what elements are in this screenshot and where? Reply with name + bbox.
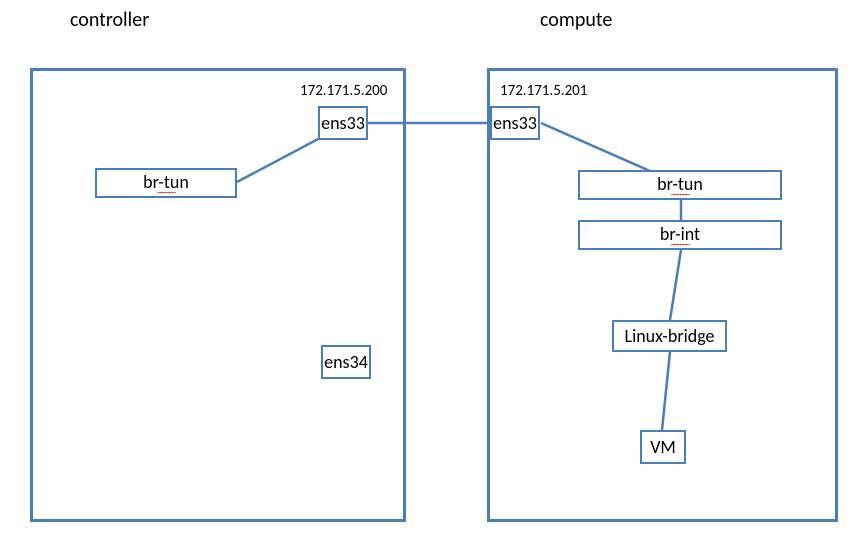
compute-title: compute <box>540 8 612 32</box>
controller-ens33-label: ens33 <box>321 112 365 134</box>
squiggle-icon: ~~~~~~ <box>671 243 689 247</box>
compute-linuxbridge-node: Linux-bridge <box>612 320 727 352</box>
squiggle-icon: ~~~~~~ <box>671 193 689 197</box>
compute-vm-node: VM <box>640 430 686 464</box>
controller-title: controller <box>70 8 149 32</box>
compute-vm-label: VM <box>650 436 676 458</box>
compute-ens33-label: ens33 <box>493 112 537 134</box>
compute-ens33-node: ens33 <box>490 106 540 140</box>
compute-brtun-node: br-tun ~~~~~~ <box>578 170 782 200</box>
controller-ens34-label: ens34 <box>324 351 368 373</box>
controller-ens34-node: ens34 <box>321 345 371 379</box>
squiggle-icon: ~~~~~~ <box>157 191 175 195</box>
compute-brint-node: br-int ~~~~~~ <box>578 220 782 250</box>
compute-linuxbridge-label: Linux-bridge <box>625 325 715 347</box>
controller-ens33-node: ens33 <box>318 106 368 140</box>
controller-brtun-node: br-tun ~~~~~~ <box>95 168 237 198</box>
